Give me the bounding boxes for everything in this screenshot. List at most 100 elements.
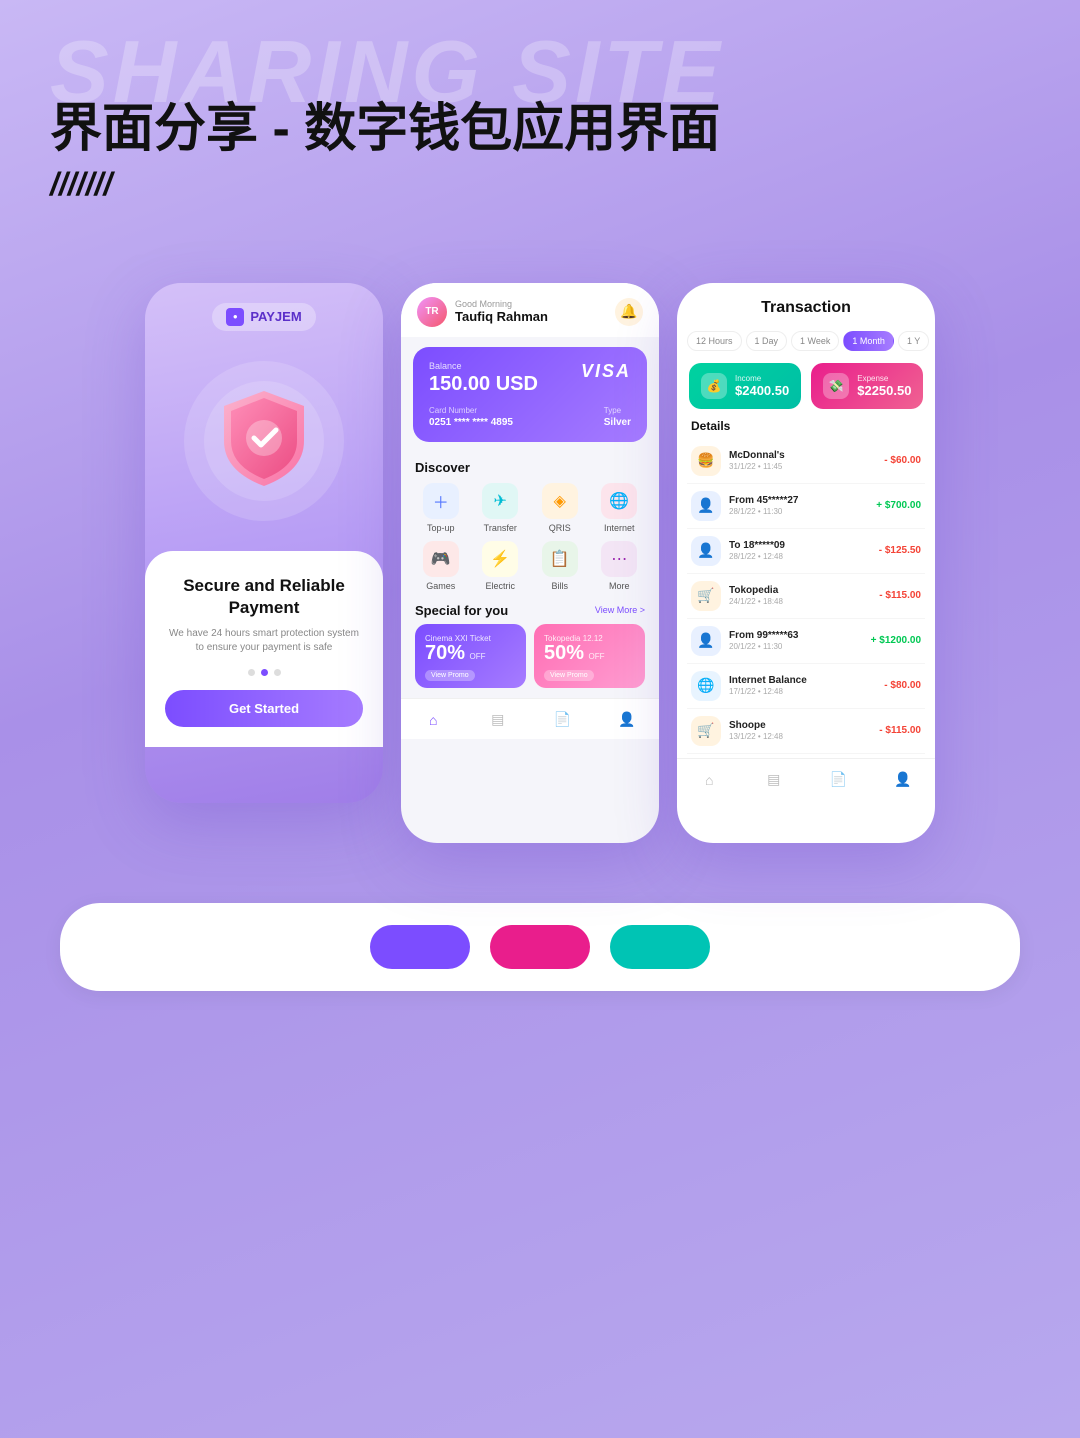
tx-amount-internet: - $80.00 [884,680,921,691]
nav3-home[interactable]: ⌂ [698,769,720,791]
nav-wallet[interactable]: ▤ [487,709,509,731]
balance-label: Balance [429,361,538,371]
electric-label: Electric [485,581,515,591]
tx-icon-mcdonalds: 🍔 [691,446,721,476]
tx-icon-internet: 🌐 [691,671,721,701]
topup-icon: ＋ [423,483,459,519]
discover-electric[interactable]: ⚡ Electric [475,541,527,591]
view-more-link[interactable]: View More > [595,605,645,615]
filter-12h[interactable]: 12 Hours [687,331,742,351]
nav3-wallet[interactable]: ▤ [763,769,785,791]
income-icon: 💰 [701,373,727,399]
promo1-btn[interactable]: View Promo [425,670,475,681]
tx-icon-from99: 👤 [691,626,721,656]
promo2-btn[interactable]: View Promo [544,670,594,681]
discover-more[interactable]: ⋯ More [594,541,646,591]
tx-internet: 🌐 Internet Balance 17/1/22 • 12:48 - $80… [687,664,925,709]
payjem-logo: PAYJEM [212,303,315,331]
discover-transfer[interactable]: ✈ Transfer [475,483,527,533]
swatch-teal [610,925,710,969]
page-header: SHARING SITE 界面分享 - 数字钱包应用界面 /////// [0,0,1080,223]
income-value: $2400.50 [735,383,789,398]
nav-doc[interactable]: 📄 [551,709,573,731]
qris-icon: ◈ [542,483,578,519]
expense-label: Expense [857,374,911,383]
expense-block: Expense $2250.50 [857,374,911,398]
payjem-icon [226,308,244,326]
transaction-list: 🍔 McDonnal's 31/1/22 • 11:45 - $60.00 👤 … [677,439,935,754]
main-title: 界面分享 - 数字钱包应用界面 [50,100,1030,160]
discover-topup[interactable]: ＋ Top-up [415,483,467,533]
discover-qris[interactable]: ◈ QRIS [534,483,586,533]
special-title: Special for you [415,603,508,618]
tx-name-from99: From 99*****63 [729,630,863,641]
tx-amount-from45: + $700.00 [876,500,921,511]
filter-1y[interactable]: 1 Y [898,331,929,351]
tx-info-from99: From 99*****63 20/1/22 • 11:30 [729,630,863,651]
promo-row: Cinema XXI Ticket 70% OFF View Promo Tok… [401,624,659,698]
promo1-off: OFF [469,652,485,661]
more-icon: ⋯ [601,541,637,577]
tx-amount-tokopedia: - $115.00 [879,590,921,601]
tx-date-to18: 28/1/22 • 12:48 [729,552,871,561]
time-filter-row: 12 Hours 1 Day 1 Week 1 Month 1 Y [677,325,935,357]
onboarding-subtitle: We have 24 hours smart protection system… [165,627,363,655]
dot-2 [261,669,268,676]
discover-games[interactable]: 🎮 Games [415,541,467,591]
tx-info-shoope: Shoope 13/1/22 • 12:48 [729,720,871,741]
card-type-block: Type Silver [604,406,631,428]
nav-profile[interactable]: 👤 [616,709,638,731]
promo-tokopedia[interactable]: Tokopedia 12.12 50% OFF View Promo [534,624,645,688]
card-top: Balance 150.00 USD VISA [429,361,631,396]
nav-home[interactable]: ⌂ [422,709,444,731]
income-block: Income $2400.50 [735,374,789,398]
filter-1w[interactable]: 1 Week [791,331,839,351]
expense-icon: 💸 [823,373,849,399]
discover-bills[interactable]: 📋 Bills [534,541,586,591]
discover-title: Discover [401,452,659,479]
balance-value: 150.00 USD [429,373,538,396]
bills-label: Bills [551,581,568,591]
income-card: 💰 Income $2400.50 [689,363,801,409]
transfer-icon: ✈ [482,483,518,519]
tx-name-mcdonalds: McDonnal's [729,450,876,461]
tx-info-tokopedia: Tokopedia 24/1/22 • 18:48 [729,585,871,606]
card-number-label: Card Number [429,406,513,415]
tx-name-shoope: Shoope [729,720,871,731]
games-label: Games [426,581,455,591]
nav3-profile[interactable]: 👤 [892,769,914,791]
phone3-navbar: ⌂ ▤ 📄 👤 [677,758,935,799]
special-header: Special for you View More > [401,599,659,624]
income-label: Income [735,374,789,383]
topup-label: Top-up [427,523,455,533]
phone1-topbar: PAYJEM [145,283,383,341]
payjem-name: PAYJEM [250,309,301,324]
tx-date-from45: 28/1/22 • 11:30 [729,507,868,516]
tx-amount-shoope: - $115.00 [879,725,921,736]
avatar: TR [417,297,447,327]
tx-amount-mcdonalds: - $60.00 [884,455,921,466]
tx-amount-to18: - $125.50 [879,545,921,556]
discover-internet[interactable]: 🌐 Internet [594,483,646,533]
qris-label: QRIS [549,523,571,533]
notification-bell[interactable]: 🔔 [615,298,643,326]
filter-1d[interactable]: 1 Day [746,331,788,351]
promo-cinema[interactable]: Cinema XXI Ticket 70% OFF View Promo [415,624,526,688]
tx-date-from99: 20/1/22 • 11:30 [729,642,863,651]
get-started-button[interactable]: Get Started [165,690,363,727]
discover-grid: ＋ Top-up ✈ Transfer ◈ QRIS 🌐 Internet 🎮 … [401,479,659,599]
nav3-tx[interactable]: 📄 [827,769,849,791]
tx-date-tokopedia: 24/1/22 • 18:48 [729,597,871,606]
internet-icon: 🌐 [601,483,637,519]
dot-3 [274,669,281,676]
card-number: 0251 **** **** 4895 [429,417,513,428]
filter-1m[interactable]: 1 Month [843,331,894,351]
tx-info-internet: Internet Balance 17/1/22 • 12:48 [729,675,876,696]
tx-date-mcdonalds: 31/1/22 • 11:45 [729,462,876,471]
phone-onboarding: PAYJEM [145,283,383,803]
tx-mcdonalds: 🍔 McDonnal's 31/1/22 • 11:45 - $60.00 [687,439,925,484]
tx-icon-tokopedia: 🛒 [691,581,721,611]
dot-1 [248,669,255,676]
games-icon: 🎮 [423,541,459,577]
tx-icon-shoope: 🛒 [691,716,721,746]
